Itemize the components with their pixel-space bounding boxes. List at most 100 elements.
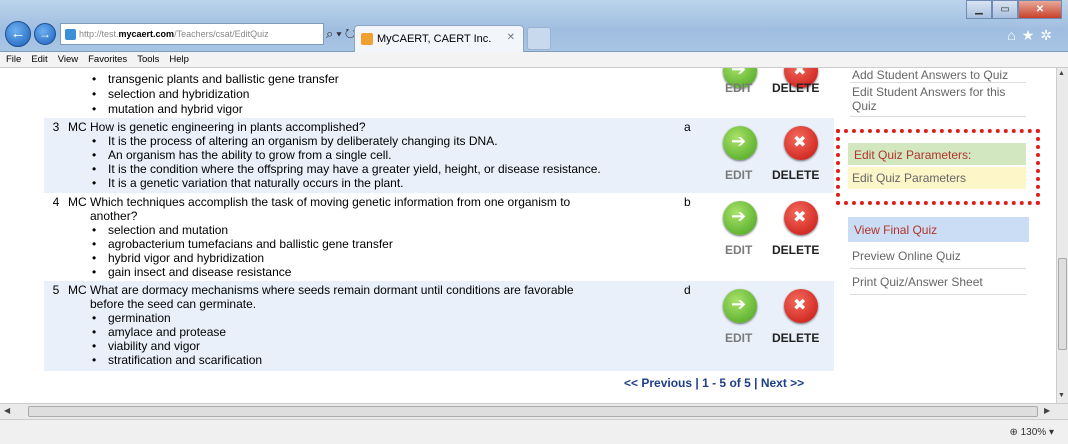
option-item: amylace and protease [90, 325, 680, 339]
pager-separator: | [754, 376, 758, 390]
scroll-right-icon[interactable]: ▶ [1044, 406, 1050, 415]
question-actions: EDIT DELETE [720, 201, 830, 267]
question-actions: EDIT DELETE [720, 68, 830, 118]
edit-student-answers-link[interactable]: Edit Student Answers for this Quiz [852, 85, 1028, 113]
question-actions: EDIT DELETE [720, 289, 830, 355]
delete-button[interactable]: DELETE [772, 168, 819, 182]
option-item: It is a genetic variation that naturally… [90, 176, 680, 190]
horizontal-scroll-thumb[interactable] [28, 406, 1038, 417]
highlight-box [836, 129, 1040, 205]
option-item: agrobacterium tumefacians and ballistic … [90, 237, 680, 251]
edit-student-answers-line1: Edit Student Answers for this [852, 85, 1006, 99]
question-number: 5 [52, 283, 60, 297]
zoom-value: 130% [1020, 427, 1047, 438]
menu-favorites[interactable]: Favorites [88, 54, 127, 67]
maximize-icon[interactable]: ▭ [992, 0, 1018, 19]
option-item: mutation and hybrid vigor [90, 102, 680, 116]
menu-help[interactable]: Help [169, 54, 189, 67]
home-favorites-tools-icons[interactable]: ⌂★✲ [1007, 27, 1058, 44]
page-content: transgenic plants and ballistic gene tra… [0, 68, 1056, 403]
question-text-continued: before the seed can germinate. [90, 297, 257, 311]
status-bar: ⊕ 130% ▾ [0, 419, 1068, 444]
menu-bar: File Edit View Favorites Tools Help [0, 52, 1068, 68]
divider [850, 294, 1026, 295]
option-item: germination [90, 311, 680, 325]
question-text: How is genetic engineering in plants acc… [90, 120, 366, 134]
question-type: MC [68, 195, 87, 209]
url-domain: mycaert.com [118, 29, 175, 39]
question-row: transgenic plants and ballistic gene tra… [44, 68, 834, 118]
divider [850, 268, 1026, 269]
url-prefix: http://test. [79, 29, 119, 39]
question-number: 4 [52, 195, 60, 209]
tab-close-icon[interactable]: ✕ [507, 32, 515, 43]
new-tab-button[interactable] [527, 27, 551, 50]
question-type: MC [68, 120, 87, 134]
back-arrow-icon[interactable]: ← [5, 21, 31, 47]
delete-button[interactable]: DELETE [772, 81, 819, 95]
tab-favicon-icon [361, 33, 373, 45]
edit-button[interactable]: EDIT [725, 331, 752, 345]
delete-button[interactable]: DELETE [772, 331, 819, 345]
option-item: selection and mutation [90, 223, 680, 237]
page-favicon-icon [65, 29, 76, 40]
question-type: MC [68, 283, 87, 297]
edit-arrow-icon[interactable] [723, 289, 757, 323]
delete-x-icon[interactable] [784, 289, 818, 323]
menu-tools[interactable]: Tools [137, 54, 159, 67]
horizontal-scrollbar[interactable]: ◀ ▶ [0, 403, 1068, 419]
scroll-down-icon[interactable]: ▼ [1058, 392, 1065, 399]
address-bar[interactable]: http://test.mycaert.com/Teachers/csat/Ed… [60, 23, 324, 45]
zoom-level[interactable]: ⊕ 130% ▾ [1009, 427, 1054, 438]
tab-title: MyCAERT, CAERT Inc. [377, 33, 492, 45]
vertical-scroll-thumb[interactable] [1058, 258, 1067, 350]
edit-button[interactable]: EDIT [725, 81, 752, 95]
correct-answer: b [684, 195, 691, 209]
menu-view[interactable]: View [58, 54, 78, 67]
next-page-link[interactable]: Next >> [761, 376, 804, 390]
vertical-scrollbar[interactable]: ▲ ▼ [1056, 68, 1068, 403]
edit-student-answers-line2: Quiz [852, 99, 877, 113]
window-controls: ▁ ▭ ✕ [966, 0, 1062, 19]
option-item: stratification and scarification [90, 353, 680, 367]
add-student-answers-link[interactable]: Add Student Answers to Quiz [852, 68, 1028, 82]
print-quiz-link[interactable]: Print Quiz/Answer Sheet [852, 275, 1028, 289]
delete-x-icon[interactable] [784, 126, 818, 160]
delete-x-icon[interactable] [784, 201, 818, 235]
option-item: gain insect and disease resistance [90, 265, 680, 279]
edit-arrow-icon[interactable] [723, 201, 757, 235]
preview-online-quiz-link[interactable]: Preview Online Quiz [852, 249, 1028, 263]
question-text-continued: another? [90, 209, 138, 223]
option-item: viability and vigor [90, 339, 680, 353]
edit-button[interactable]: EDIT [725, 168, 752, 182]
menu-edit[interactable]: Edit [31, 54, 47, 67]
close-window-icon[interactable]: ✕ [1018, 0, 1062, 19]
minimize-icon[interactable]: ▁ [966, 0, 992, 19]
question-actions: EDIT DELETE [720, 126, 830, 192]
question-row: 5 MC What are dormacy mechanisms where s… [44, 281, 834, 371]
option-item: It is the condition where the offspring … [90, 162, 680, 176]
quiz-question-list: transgenic plants and ballistic gene tra… [44, 68, 834, 390]
divider [850, 116, 1026, 117]
question-row: 3 MC How is genetic engineering in plant… [44, 118, 834, 193]
view-final-quiz-button[interactable]: View Final Quiz [848, 217, 1029, 242]
delete-button[interactable]: DELETE [772, 243, 819, 257]
edit-button[interactable]: EDIT [725, 243, 752, 257]
question-row: 4 MC Which techniques accomplish the tas… [44, 193, 834, 281]
scroll-left-icon[interactable]: ◀ [4, 406, 10, 415]
edit-arrow-icon[interactable] [723, 126, 757, 160]
option-item: An organism has the ability to grow from… [90, 148, 680, 162]
forward-arrow-icon[interactable]: → [34, 23, 56, 45]
browser-tab[interactable]: MyCAERT, CAERT Inc. ✕ [354, 25, 524, 52]
url-path: /Teachers/csat/EditQuiz [174, 29, 269, 39]
scroll-up-icon[interactable]: ▲ [1058, 70, 1065, 77]
question-text: Which techniques accomplish the task of … [90, 195, 571, 209]
pager-separator: | [695, 376, 699, 390]
divider [850, 82, 1026, 83]
correct-answer: a [684, 120, 691, 134]
option-item: transgenic plants and ballistic gene tra… [90, 72, 680, 86]
correct-answer: d [684, 283, 691, 297]
menu-file[interactable]: File [6, 54, 21, 67]
previous-page-link[interactable]: << Previous [624, 376, 692, 390]
option-item: It is the process of altering an organis… [90, 134, 680, 148]
